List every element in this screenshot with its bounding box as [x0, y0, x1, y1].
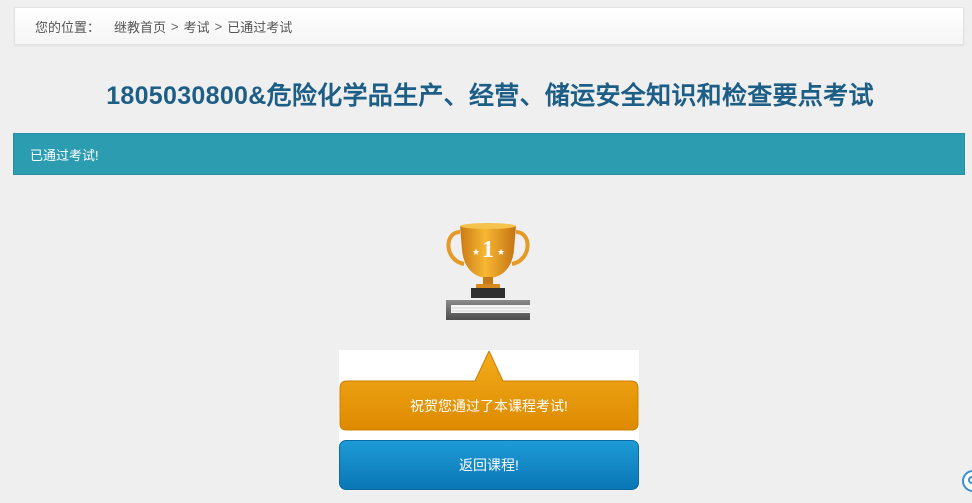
breadcrumb: 您的位置： 继教首页 > 考试 > 已通过考试	[14, 7, 964, 45]
breadcrumb-label: 您的位置：	[35, 19, 101, 35]
trophy-rank: 1	[482, 237, 494, 263]
breadcrumb-separator: >	[171, 18, 179, 34]
breadcrumb-item-passed: 已通过考试	[227, 19, 293, 35]
breadcrumb-item-exam[interactable]: 考试	[184, 17, 210, 36]
congrats-message: 祝贺您通过了本课程考试!	[410, 398, 568, 414]
help-widget-icon[interactable]	[962, 470, 972, 492]
trophy-icon: ★ ★ 1	[438, 220, 538, 324]
back-to-course-button[interactable]: 返回课程!	[339, 440, 639, 490]
congrats-banner: 祝贺您通过了本课程考试!	[339, 351, 639, 431]
status-message: 已通过考试!	[30, 147, 99, 163]
breadcrumb-item-home[interactable]: 继教首页	[114, 17, 166, 36]
page-title: 1805030800&危险化学品生产、经营、储运安全知识和检查要点考试	[106, 82, 874, 110]
breadcrumb-separator: >	[214, 18, 223, 34]
status-bar: 已通过考试!	[13, 133, 965, 175]
